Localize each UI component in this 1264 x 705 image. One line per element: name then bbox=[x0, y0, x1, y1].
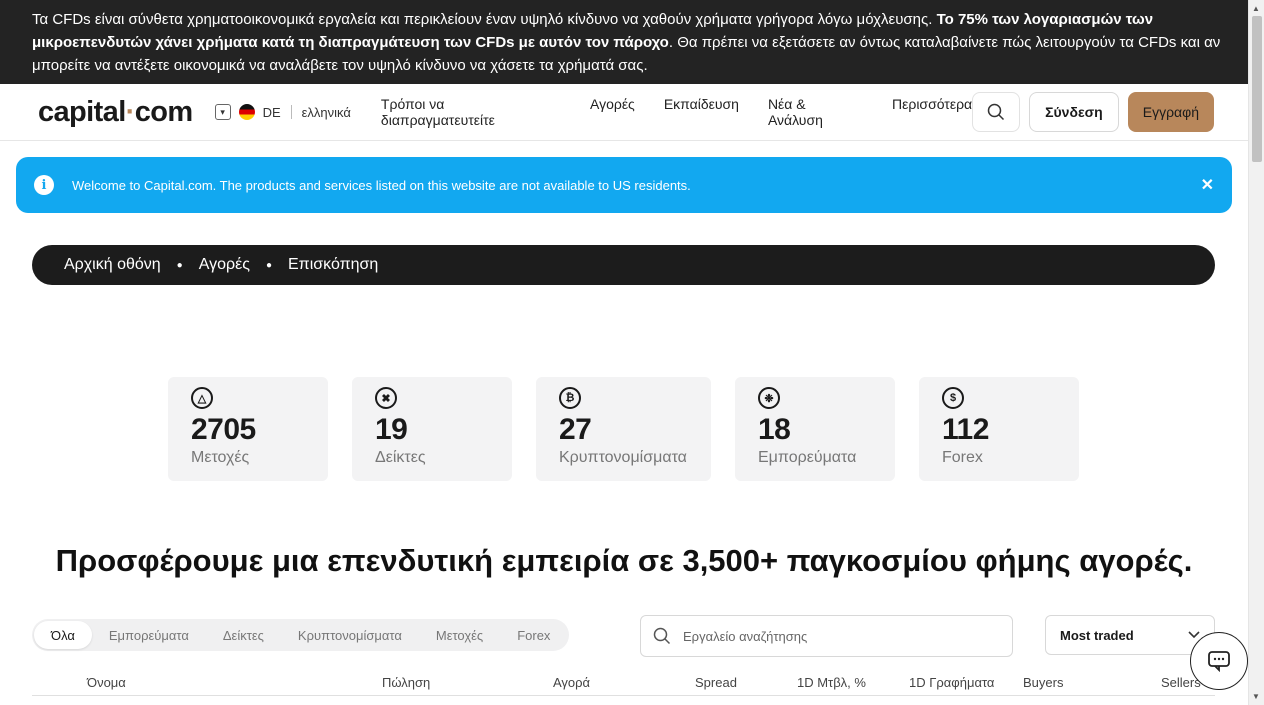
breadcrumb: Αρχική οθόνη ● Αγορές ● Επισκόπηση bbox=[32, 245, 1215, 285]
filter-crypto[interactable]: Κρυπτονομίσματα bbox=[281, 621, 419, 649]
nav-item-more[interactable]: Περισσότερα bbox=[892, 96, 972, 128]
indices-icon: ✖ bbox=[375, 387, 397, 409]
nav-item-education[interactable]: Εκπαίδευση bbox=[664, 96, 739, 128]
search-icon bbox=[653, 627, 671, 645]
col-sell[interactable]: Πώληση bbox=[382, 675, 430, 690]
markets-table-header: Όνομα Πώληση Αγορά Spread 1D Μτβλ, % 1D … bbox=[32, 670, 1215, 696]
col-buyers: Buyers bbox=[1023, 675, 1064, 690]
breadcrumb-separator: ● bbox=[176, 259, 183, 271]
stat-card-indices[interactable]: ✖ 19 Δείκτες bbox=[352, 377, 512, 481]
market-stats: △ 2705 Μετοχές ✖ 19 Δείκτες ₿ 27 Κρυπτον… bbox=[168, 377, 1079, 481]
risk-warning-banner: Τα CFDs είναι σύνθετα χρηματοοικονομικά … bbox=[0, 0, 1248, 84]
scrollbar-thumb[interactable] bbox=[1252, 16, 1262, 162]
chevron-down-icon: ▾ bbox=[214, 104, 231, 120]
scroll-up-icon[interactable]: ▲ bbox=[1252, 4, 1260, 13]
us-residents-notice: i Welcome to Capital.com. The products a… bbox=[16, 157, 1232, 213]
stat-value: 112 bbox=[942, 413, 989, 446]
stat-value: 19 bbox=[375, 413, 408, 446]
page-headline: Προσφέρουμε μια επενδυτική εμπειρία σε 3… bbox=[55, 543, 1193, 578]
nav-item-ways-to-trade[interactable]: Τρόποι να διαπραγματευτείτε bbox=[381, 96, 561, 128]
login-button[interactable]: Σύνδεση bbox=[1029, 92, 1119, 132]
breadcrumb-overview: Επισκόπηση bbox=[288, 256, 379, 273]
close-icon[interactable]: ✕ bbox=[1201, 175, 1214, 195]
chevron-down-icon bbox=[1188, 631, 1200, 639]
stat-card-crypto[interactable]: ₿ 27 Κρυπτονομίσματα bbox=[536, 377, 711, 481]
bitcoin-icon: ₿ bbox=[559, 387, 581, 409]
col-buy[interactable]: Αγορά bbox=[553, 675, 590, 690]
stat-card-commodities[interactable]: ❉ 18 Εμπορεύματα bbox=[735, 377, 895, 481]
breadcrumb-separator: ● bbox=[265, 259, 272, 271]
risk-text-1: Τα CFDs είναι σύνθετα χρηματοοικονομικά … bbox=[32, 11, 937, 28]
stat-card-shares[interactable]: △ 2705 Μετοχές bbox=[168, 377, 328, 481]
filter-forex[interactable]: Forex bbox=[500, 621, 567, 649]
filter-commodities[interactable]: Εμπορεύματα bbox=[92, 621, 206, 649]
search-button[interactable] bbox=[972, 92, 1021, 132]
stat-label: Εμπορεύματα bbox=[758, 449, 857, 466]
page-scrollbar[interactable]: ▲ ▼ bbox=[1248, 0, 1264, 705]
scroll-down-icon[interactable]: ▼ bbox=[1252, 692, 1260, 701]
filter-all[interactable]: Όλα bbox=[34, 621, 92, 649]
stat-label: Μετοχές bbox=[191, 449, 250, 466]
stat-card-forex[interactable]: $ 112 Forex bbox=[919, 377, 1079, 481]
germany-flag-icon bbox=[238, 104, 255, 120]
stat-label: Δείκτες bbox=[375, 449, 426, 466]
sort-select[interactable]: Most traded bbox=[1045, 615, 1215, 655]
stat-value: 27 bbox=[559, 413, 592, 446]
dollar-icon: $ bbox=[942, 387, 964, 409]
capital-logo[interactable]: capital·com bbox=[38, 96, 193, 129]
search-icon bbox=[987, 103, 1005, 121]
language-selector[interactable]: ▾ DE ελληνικά bbox=[214, 104, 351, 120]
col-change[interactable]: 1D Μτβλ, % bbox=[797, 675, 866, 690]
filter-shares[interactable]: Μετοχές bbox=[419, 621, 500, 649]
commodities-icon: ❉ bbox=[758, 387, 780, 409]
col-name[interactable]: Όνομα bbox=[87, 675, 126, 690]
nav-item-markets[interactable]: Αγορές bbox=[590, 96, 635, 128]
site-header: capital·com ▾ DE ελληνικά Τρόποι να διαπ… bbox=[0, 84, 1248, 141]
col-chart: 1D Γραφήματα bbox=[909, 675, 995, 690]
notice-text: Welcome to Capital.com. The products and… bbox=[72, 177, 691, 193]
sort-selected-value: Most traded bbox=[1060, 627, 1134, 643]
breadcrumb-markets[interactable]: Αγορές bbox=[199, 256, 250, 274]
col-spread[interactable]: Spread bbox=[695, 675, 737, 690]
chat-icon bbox=[1208, 651, 1230, 672]
tool-search-input[interactable] bbox=[683, 628, 983, 644]
filter-indices[interactable]: Δείκτες bbox=[206, 621, 281, 649]
chat-button[interactable] bbox=[1190, 632, 1248, 690]
stat-label: Κρυπτονομίσματα bbox=[559, 449, 687, 466]
info-icon: i bbox=[34, 175, 54, 195]
language-label: ελληνικά bbox=[301, 104, 351, 120]
shares-icon: △ bbox=[191, 387, 213, 409]
tool-search-box bbox=[640, 615, 1013, 657]
divider bbox=[290, 105, 292, 119]
nav-item-news-analysis[interactable]: Νέα & Ανάλυση bbox=[768, 96, 863, 128]
stat-value: 2705 bbox=[191, 413, 256, 446]
stat-value: 18 bbox=[758, 413, 791, 446]
register-button[interactable]: Εγγραφή bbox=[1127, 92, 1214, 132]
main-nav: Τρόποι να διαπραγματευτείτε Αγορές Εκπαί… bbox=[381, 96, 972, 128]
market-filter-tabs: Όλα Εμπορεύματα Δείκτες Κρυπτονομίσματα … bbox=[32, 619, 570, 651]
region-code: DE bbox=[262, 104, 281, 120]
stat-label: Forex bbox=[942, 449, 983, 466]
breadcrumb-home[interactable]: Αρχική οθόνη bbox=[64, 256, 161, 274]
